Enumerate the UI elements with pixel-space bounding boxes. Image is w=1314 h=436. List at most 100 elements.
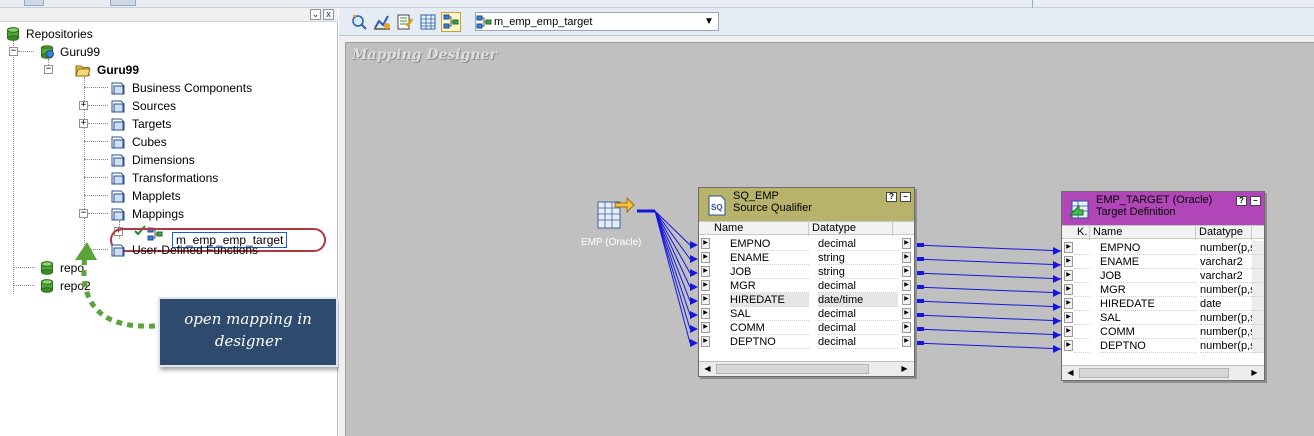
source-definition[interactable] <box>595 193 635 233</box>
tree-item-business-components[interactable]: Business Components <box>110 79 252 97</box>
port-name: MGR <box>1100 283 1196 297</box>
horizontal-scrollbar[interactable]: ◀ ▶ <box>699 361 914 376</box>
port-datatype: string <box>818 265 898 279</box>
output-port-icon[interactable]: ▶ <box>902 308 911 319</box>
tree-item-folder-guru99[interactable]: Guru99 <box>75 61 139 79</box>
tree-item-mappings[interactable]: Mappings <box>110 205 184 223</box>
close-icon[interactable]: x <box>323 9 334 20</box>
help-button[interactable]: ? <box>1236 196 1247 206</box>
port-row[interactable]: ▶ COMM decimal ▶ <box>699 321 914 335</box>
toolbar-button[interactable] <box>349 12 369 32</box>
input-port-icon[interactable]: ▶ <box>701 266 710 277</box>
input-port-icon[interactable]: ▶ <box>1064 270 1073 281</box>
minimize-button[interactable]: – <box>1250 196 1261 206</box>
port-row[interactable]: ▶ DEPTNO number(p,s <box>1062 339 1264 353</box>
expand-icon[interactable]: + <box>79 119 88 128</box>
port-row[interactable]: ▶ COMM number(p,s <box>1062 325 1264 339</box>
vertical-scroll-track[interactable] <box>1252 241 1264 255</box>
output-port-icon[interactable]: ▶ <box>902 280 911 291</box>
source-qualifier-box[interactable]: SQ SQ_EMP Source Qualifier ? – Name Data… <box>698 187 915 377</box>
edit-list-icon <box>397 14 414 30</box>
port-key <box>1074 255 1090 269</box>
output-port-icon[interactable]: ▶ <box>902 238 911 249</box>
target-definition-box[interactable]: EMP_TARGET (Oracle) Target Definition ? … <box>1061 191 1265 381</box>
collapse-icon[interactable]: − <box>79 209 88 218</box>
input-port-icon[interactable]: ▶ <box>701 308 710 319</box>
output-port-icon[interactable]: ▶ <box>902 322 911 333</box>
scroll-right-icon[interactable]: ▶ <box>898 363 911 375</box>
vertical-scroll-track[interactable] <box>1252 269 1264 283</box>
scroll-left-icon[interactable]: ◀ <box>1064 367 1077 379</box>
input-port-icon[interactable]: ▶ <box>1064 326 1073 337</box>
input-port-icon[interactable]: ▶ <box>701 252 710 263</box>
port-row[interactable]: ▶ ENAME varchar2 <box>1062 255 1264 269</box>
output-port-icon[interactable]: ▶ <box>902 266 911 277</box>
scroll-thumb[interactable] <box>716 364 869 374</box>
port-row[interactable]: ▶ EMPNO decimal ▶ <box>699 237 914 251</box>
port-row[interactable]: ▶ EMPNO number(p,s <box>1062 241 1264 255</box>
port-row[interactable]: ▶ MGR number(p,s <box>1062 283 1264 297</box>
help-button[interactable]: ? <box>886 192 897 202</box>
input-port-icon[interactable]: ▶ <box>701 238 710 249</box>
toolbar-button[interactable] <box>372 12 392 32</box>
port-row[interactable]: ▶ JOB varchar2 <box>1062 269 1264 283</box>
toolbar-button[interactable] <box>395 12 415 32</box>
collapse-icon[interactable]: − <box>9 47 18 56</box>
vertical-scroll-track[interactable] <box>1252 283 1264 297</box>
source-qualifier-header[interactable]: SQ SQ_EMP Source Qualifier ? – <box>699 188 914 221</box>
port-row[interactable]: ▶ HIREDATE date/time ▶ <box>699 293 914 307</box>
toolbar-button-mapping[interactable] <box>441 12 461 32</box>
vertical-scroll-track[interactable] <box>1252 255 1264 269</box>
tree-item-targets[interactable]: Targets <box>110 115 171 133</box>
port-row[interactable]: ▶ SAL number(p,s <box>1062 311 1264 325</box>
port-row[interactable]: ▶ SAL decimal ▶ <box>699 307 914 321</box>
mapping-select[interactable]: m_emp_emp_target ▼ <box>475 12 719 31</box>
dropdown-icon[interactable]: ⌄ <box>310 9 321 20</box>
tree-item-cubes[interactable]: Cubes <box>110 133 167 151</box>
vertical-scroll-track[interactable] <box>1252 325 1264 339</box>
tree-line <box>84 195 108 196</box>
tree-item-repo-guru99[interactable]: Guru99 <box>40 43 100 61</box>
horizontal-scrollbar[interactable]: ◀ ▶ <box>1062 365 1264 380</box>
scroll-left-icon[interactable]: ◀ <box>701 363 714 375</box>
port-key <box>1074 325 1090 339</box>
input-port-icon[interactable]: ▶ <box>1064 256 1073 267</box>
output-port-icon[interactable]: ▶ <box>902 252 911 263</box>
port-row[interactable]: ▶ DEPTNO decimal ▶ <box>699 335 914 349</box>
port-name: ENAME <box>730 251 809 265</box>
input-port-icon[interactable]: ▶ <box>1064 340 1073 351</box>
target-definition-header[interactable]: EMP_TARGET (Oracle) Target Definition ? … <box>1062 192 1264 225</box>
port-row[interactable]: ▶ MGR decimal ▶ <box>699 279 914 293</box>
top-tab[interactable] <box>24 0 44 6</box>
port-row[interactable]: ▶ HIREDATE date <box>1062 297 1264 311</box>
vertical-scroll-track[interactable] <box>1252 311 1264 325</box>
input-port-icon[interactable]: ▶ <box>701 336 710 347</box>
vertical-scroll-track[interactable] <box>1252 297 1264 311</box>
input-port-icon[interactable]: ▶ <box>1064 312 1073 323</box>
tree-item-dimensions[interactable]: Dimensions <box>110 151 195 169</box>
vertical-scroll-track[interactable] <box>1252 339 1264 353</box>
scroll-thumb[interactable] <box>1079 368 1229 378</box>
tree-item-mapplets[interactable]: Mapplets <box>110 187 181 205</box>
input-port-icon[interactable]: ▶ <box>701 280 710 291</box>
top-tab[interactable] <box>110 0 136 6</box>
output-port-icon[interactable]: ▶ <box>902 336 911 347</box>
input-port-icon[interactable]: ▶ <box>1064 298 1073 309</box>
tree-item-sources[interactable]: Sources <box>110 97 176 115</box>
port-row[interactable]: ▶ JOB string ▶ <box>699 265 914 279</box>
toolbar-button[interactable] <box>418 12 438 32</box>
folder-icon <box>111 172 125 185</box>
collapse-icon[interactable]: − <box>44 65 53 74</box>
expand-icon[interactable]: + <box>79 101 88 110</box>
minimize-button[interactable]: – <box>900 192 911 202</box>
port-row[interactable]: ▶ ENAME string ▶ <box>699 251 914 265</box>
input-port-icon[interactable]: ▶ <box>701 294 710 305</box>
input-port-icon[interactable]: ▶ <box>701 322 710 333</box>
tree-item-repositories[interactable]: Repositories <box>6 25 93 43</box>
tree-item-transformations[interactable]: Transformations <box>110 169 218 187</box>
input-port-icon[interactable]: ▶ <box>1064 284 1073 295</box>
scroll-right-icon[interactable]: ▶ <box>1248 367 1261 379</box>
chevron-down-icon[interactable]: ▼ <box>702 13 716 30</box>
output-port-icon[interactable]: ▶ <box>902 294 911 305</box>
input-port-icon[interactable]: ▶ <box>1064 242 1073 253</box>
